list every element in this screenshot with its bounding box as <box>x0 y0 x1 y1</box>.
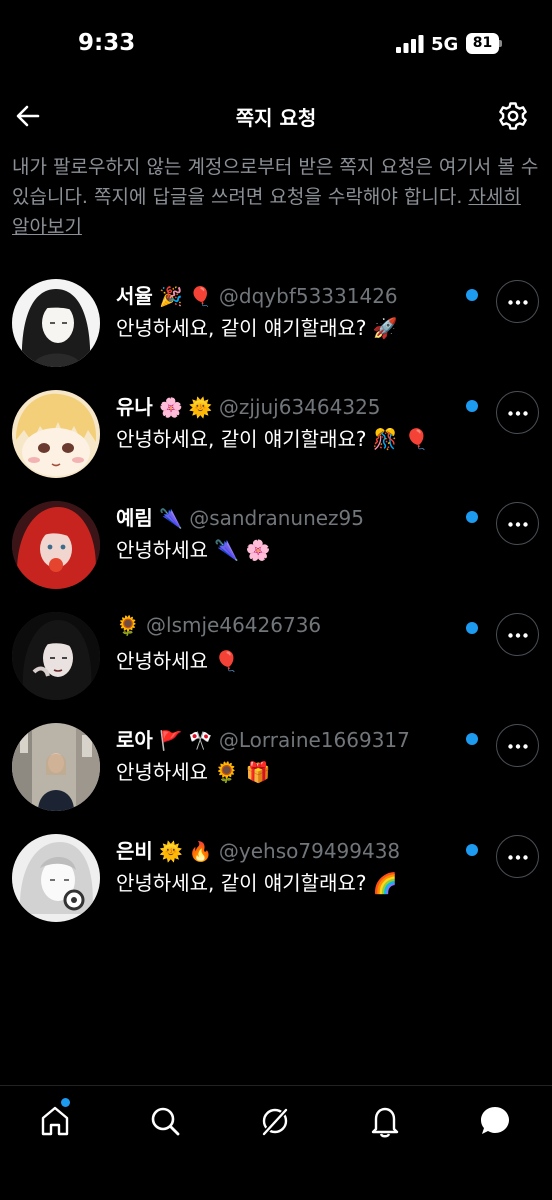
status-time: 9:33 <box>78 30 136 56</box>
request-header: 서율 🎉 🎈 @dqybf53331426 <box>116 280 398 308</box>
request-row[interactable]: 🌻 @lsmje46426736 안녕하세요 🎈 <box>0 605 552 716</box>
home-icon[interactable] <box>37 1103 73 1139</box>
username-handle: @sandranunez95 <box>189 506 365 530</box>
name-emoji: 🚩 🎌 <box>159 730 213 752</box>
display-name: 예림 <box>116 506 153 530</box>
request-row[interactable]: 예림 🌂 @sandranunez95 안녕하세요 🌂 🌸 <box>0 494 552 605</box>
display-name: 로아 <box>116 728 153 752</box>
name-emoji: 🎉 🎈 <box>159 286 213 308</box>
unread-indicator <box>466 511 478 523</box>
request-header: 로아 🚩 🎌 @Lorraine1669317 <box>116 724 410 752</box>
bottom-nav <box>0 1085 552 1200</box>
bell-icon[interactable] <box>367 1103 403 1139</box>
request-row[interactable]: 서율 🎉 🎈 @dqybf53331426 안녕하세요, 같이 얘기할래요? 🚀 <box>0 272 552 383</box>
more-icon <box>508 300 528 305</box>
name-emoji: 🌞 🔥 <box>159 841 213 863</box>
unread-indicator <box>466 400 478 412</box>
avatar <box>12 279 100 367</box>
description-text: 내가 팔로우하지 않는 계정으로부터 받은 쪽지 요청은 여기서 볼 수 있습니… <box>12 156 539 208</box>
avatar <box>12 834 100 922</box>
signal-icon <box>396 35 424 53</box>
display-name: 서율 <box>116 284 153 308</box>
request-header: 유나 🌸 🌞 @zjjuj63464325 <box>116 391 381 419</box>
request-header: 은비 🌞 🔥 @yehso79499438 <box>116 835 400 863</box>
home-notification-dot <box>61 1098 70 1107</box>
unread-indicator <box>466 844 478 856</box>
more-icon <box>508 855 528 860</box>
gear-icon[interactable] <box>495 98 531 134</box>
name-emoji: 🌻 <box>116 615 140 637</box>
message-requests-screen: 9:33 5G 81 쪽지 요청 내가 팔로우하지 않는 계정으로부터 받은 쪽… <box>0 0 552 1200</box>
username-handle: @yehso79499438 <box>218 839 401 863</box>
display-name: 유나 <box>116 395 153 419</box>
more-icon <box>508 411 528 416</box>
avatar <box>12 501 100 589</box>
request-row[interactable]: 로아 🚩 🎌 @Lorraine1669317 안녕하세요 🌻 🎁 <box>0 716 552 827</box>
username-handle: @Lorraine1669317 <box>218 728 410 752</box>
status-bar: 9:33 5G 81 <box>0 0 552 90</box>
requests-description: 내가 팔로우하지 않는 계정으로부터 받은 쪽지 요청은 여기서 볼 수 있습니… <box>12 152 542 242</box>
battery-level: 81 <box>466 33 499 54</box>
username-handle: @dqybf53331426 <box>218 284 398 308</box>
more-options-button[interactable] <box>496 391 539 434</box>
search-icon[interactable] <box>147 1103 183 1139</box>
more-icon <box>508 633 528 638</box>
avatar <box>12 390 100 478</box>
avatar <box>12 612 100 700</box>
request-row[interactable]: 은비 🌞 🔥 @yehso79499438 안녕하세요, 같이 얘기할래요? 🌈 <box>0 827 552 938</box>
page-title: 쪽지 요청 <box>235 106 317 130</box>
battery-icon: 81 <box>466 33 502 54</box>
network-type: 5G <box>431 34 459 55</box>
more-icon <box>508 744 528 749</box>
unread-indicator <box>466 289 478 301</box>
more-options-button[interactable] <box>496 502 539 545</box>
more-options-button[interactable] <box>496 613 539 656</box>
name-emoji: 🌂 <box>159 508 183 530</box>
message-preview: 안녕하세요, 같이 얘기할래요? 🎊 🎈 <box>116 427 430 451</box>
more-options-button[interactable] <box>496 835 539 878</box>
avatar <box>12 723 100 811</box>
more-icon <box>508 522 528 527</box>
more-options-button[interactable] <box>496 280 539 323</box>
message-preview: 안녕하세요, 같이 얘기할래요? 🌈 <box>116 871 398 895</box>
more-options-button[interactable] <box>496 724 539 767</box>
request-header: 예림 🌂 @sandranunez95 <box>116 502 364 530</box>
grok-icon[interactable] <box>257 1103 293 1139</box>
name-emoji: 🌸 🌞 <box>159 397 213 419</box>
message-preview: 안녕하세요 🌻 🎁 <box>116 760 271 784</box>
display-name: 은비 <box>116 839 153 863</box>
message-preview: 안녕하세요 🎈 <box>116 649 240 673</box>
message-preview: 안녕하세요 🌂 🌸 <box>116 538 271 562</box>
requests-list: 서율 🎉 🎈 @dqybf53331426 안녕하세요, 같이 얘기할래요? 🚀 <box>0 272 552 938</box>
request-row[interactable]: 유나 🌸 🌞 @zjjuj63464325 안녕하세요, 같이 얘기할래요? 🎊… <box>0 383 552 494</box>
unread-indicator <box>466 622 478 634</box>
unread-indicator <box>466 733 478 745</box>
header: 쪽지 요청 <box>0 90 552 142</box>
message-preview: 안녕하세요, 같이 얘기할래요? 🚀 <box>116 316 398 340</box>
username-handle: @lsmje46426736 <box>146 613 322 637</box>
username-handle: @zjjuj63464325 <box>218 395 381 419</box>
messages-icon[interactable] <box>477 1103 513 1139</box>
request-header: 🌻 @lsmje46426736 <box>116 613 321 641</box>
